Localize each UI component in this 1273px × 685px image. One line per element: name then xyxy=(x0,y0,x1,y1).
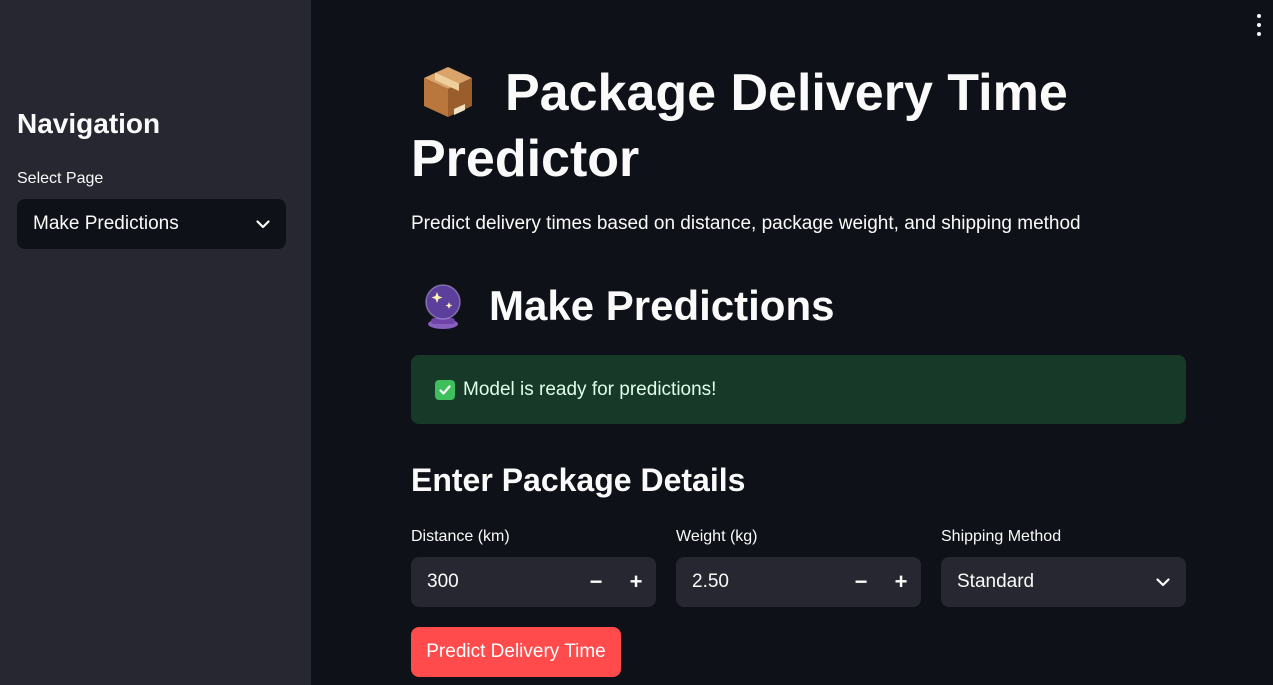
shipping-method-select[interactable]: Standard xyxy=(941,557,1186,607)
weight-input[interactable]: 2.50 − + xyxy=(676,557,921,607)
chevron-down-icon xyxy=(256,219,270,228)
package-icon xyxy=(424,67,472,117)
distance-decrement-button[interactable]: − xyxy=(576,557,616,607)
page-subtitle: Predict delivery times based on distance… xyxy=(411,213,1081,234)
crystal-ball-icon xyxy=(425,284,461,329)
success-alert: Model is ready for predictions! xyxy=(411,355,1186,424)
shipping-method-value: Standard xyxy=(957,571,1035,592)
weight-value[interactable]: 2.50 xyxy=(676,571,841,593)
app-window: Navigation Select Page Make Predictions … xyxy=(0,0,1273,685)
page-title: Package Delivery Time Predictor xyxy=(411,60,1186,192)
check-icon xyxy=(435,379,455,400)
sidebar-title: Navigation xyxy=(17,108,161,139)
distance-input[interactable]: 300 − + xyxy=(411,557,656,607)
weight-label: Weight (kg) xyxy=(676,528,758,545)
distance-value[interactable]: 300 xyxy=(411,571,576,593)
section-title: Make Predictions xyxy=(411,282,834,330)
page-select[interactable]: Make Predictions xyxy=(17,199,286,249)
page-select-value: Make Predictions xyxy=(33,213,179,234)
weight-increment-button[interactable]: + xyxy=(881,557,921,607)
shipping-method-label: Shipping Method xyxy=(941,528,1062,545)
form-title: Enter Package Details xyxy=(411,462,746,498)
chevron-down-icon xyxy=(1156,577,1170,586)
page-title-text: Package Delivery Time Predictor xyxy=(411,64,1068,188)
success-message: Model is ready for predictions! xyxy=(463,378,717,400)
weight-decrement-button[interactable]: − xyxy=(841,557,881,607)
distance-label: Distance (km) xyxy=(411,528,510,545)
predict-button[interactable]: Predict Delivery Time xyxy=(411,627,621,677)
distance-increment-button[interactable]: + xyxy=(616,557,656,607)
select-page-label: Select Page xyxy=(17,170,104,187)
more-vert-icon[interactable] xyxy=(1252,14,1266,36)
section-title-text: Make Predictions xyxy=(489,282,835,329)
sidebar: Navigation Select Page Make Predictions xyxy=(0,0,311,685)
